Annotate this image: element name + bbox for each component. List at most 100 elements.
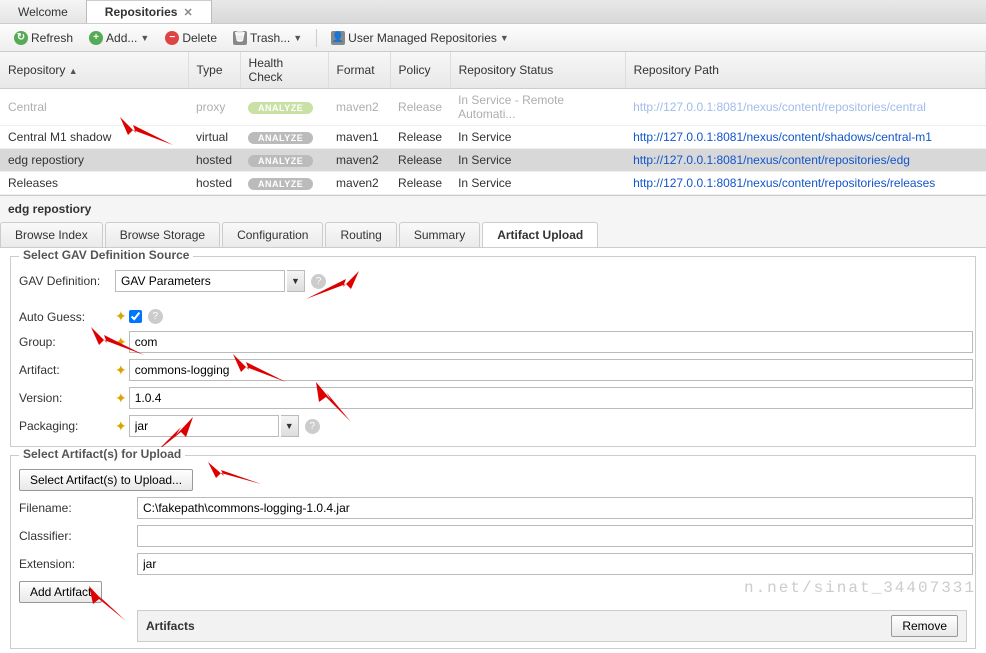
remove-button[interactable]: Remove	[891, 615, 958, 637]
repo-path-link[interactable]: http://127.0.0.1:8081/nexus/content/repo…	[633, 153, 910, 167]
toolbar: ↻Refresh +Add...▼ −Delete 🗑Trash...▼ 👤Us…	[0, 24, 986, 52]
col-repository[interactable]: Repository ▲	[0, 52, 188, 89]
col-path[interactable]: Repository Path	[625, 52, 985, 89]
tab-summary[interactable]: Summary	[399, 222, 480, 247]
col-status[interactable]: Repository Status	[450, 52, 625, 89]
required-icon: ✦	[115, 418, 127, 435]
close-icon[interactable]: ✕	[183, 6, 192, 19]
packaging-combo[interactable]	[129, 415, 279, 437]
tab-artifact-upload[interactable]: Artifact Upload	[482, 222, 598, 247]
detail-title: edg repostiory	[0, 195, 986, 222]
chevron-down-icon: ▼	[500, 33, 509, 43]
add-artifact-button[interactable]: Add Artifact	[19, 581, 102, 603]
table-row[interactable]: Central M1 shadowvirtualANALYZEmaven1Rel…	[0, 126, 986, 149]
group-input[interactable]	[129, 331, 973, 353]
version-label: Version:	[19, 391, 115, 405]
fieldset-legend: Select GAV Definition Source	[19, 248, 193, 262]
add-button[interactable]: +Add...▼	[83, 29, 155, 47]
user-managed-repos-button[interactable]: 👤User Managed Repositories▼	[325, 29, 515, 47]
chevron-down-icon: ▼	[140, 33, 149, 43]
cell-path: http://127.0.0.1:8081/nexus/content/shad…	[625, 126, 985, 149]
button-label: Refresh	[31, 31, 73, 45]
cell-format: maven2	[328, 172, 390, 195]
trash-icon: 🗑	[233, 31, 247, 45]
required-icon: ✦	[115, 362, 127, 379]
select-artifacts-button[interactable]: Select Artifact(s) to Upload...	[19, 469, 193, 491]
auto-guess-checkbox[interactable]	[129, 310, 142, 323]
col-format[interactable]: Format	[328, 52, 390, 89]
artifact-input[interactable]	[129, 359, 973, 381]
help-icon[interactable]: ?	[305, 419, 320, 434]
tab-browse-index[interactable]: Browse Index	[0, 222, 103, 247]
chevron-down-icon[interactable]: ▼	[281, 415, 299, 437]
button-label: Trash...	[250, 31, 290, 45]
required-icon: ✦	[115, 308, 127, 325]
chevron-down-icon: ▼	[293, 33, 302, 43]
tab-routing[interactable]: Routing	[325, 222, 396, 247]
detail-tabstrip: Browse Index Browse Storage Configuratio…	[0, 222, 986, 248]
upload-artifacts-fieldset: Select Artifact(s) for Upload Select Art…	[10, 455, 976, 649]
table-row[interactable]: CentralproxyANALYZEmaven2ReleaseIn Servi…	[0, 89, 986, 126]
group-label: Group:	[19, 335, 115, 349]
cell-path: http://127.0.0.1:8081/nexus/content/repo…	[625, 89, 985, 126]
table-row[interactable]: edg repostioryhostedANALYZEmaven2Release…	[0, 149, 986, 172]
analyze-button[interactable]: ANALYZE	[248, 178, 313, 190]
filename-label: Filename:	[19, 501, 137, 515]
top-tabstrip: Welcome Repositories ✕	[0, 0, 986, 24]
tab-label: Repositories	[105, 5, 178, 19]
cell-repo: edg repostiory	[0, 149, 188, 172]
tab-repositories[interactable]: Repositories ✕	[87, 0, 212, 23]
required-icon: ✦	[115, 334, 127, 351]
repo-path-link[interactable]: http://127.0.0.1:8081/nexus/content/repo…	[633, 100, 926, 114]
col-health[interactable]: Health Check	[240, 52, 328, 89]
help-icon[interactable]: ?	[148, 309, 163, 324]
table-row[interactable]: Releaseshosted ANALYZE maven2ReleaseIn Ser…	[0, 172, 986, 195]
repo-path-link[interactable]: http://127.0.0.1:8081/nexus/content/shad…	[633, 130, 932, 144]
plus-icon: +	[89, 31, 103, 45]
cell-health: ANALYZE	[240, 126, 328, 149]
table-header-row: Repository ▲ Type Health Check Format Po…	[0, 52, 986, 89]
cell-format: maven1	[328, 126, 390, 149]
repo-path-link[interactable]: http://127.0.0.1:8081/nexus/content/repo…	[633, 176, 935, 190]
cell-type: proxy	[188, 89, 240, 126]
cell-status: In Service	[450, 172, 625, 195]
button-label: Add...	[106, 31, 137, 45]
cell-health: ANALYZE	[240, 89, 328, 126]
cell-repo: Central	[0, 89, 188, 126]
tab-configuration[interactable]: Configuration	[222, 222, 323, 247]
version-input[interactable]	[129, 387, 973, 409]
tab-label: Welcome	[18, 5, 68, 19]
cell-repo: Releases	[0, 172, 188, 195]
extension-input[interactable]	[137, 553, 973, 575]
analyze-button[interactable]: ANALYZE	[248, 155, 313, 167]
analyze-button[interactable]: ANALYZE	[248, 132, 313, 144]
gav-definition-combo[interactable]	[115, 270, 285, 292]
filename-display	[137, 497, 973, 519]
repositories-table: Repository ▲ Type Health Check Format Po…	[0, 52, 986, 195]
packaging-label: Packaging:	[19, 419, 115, 433]
refresh-button[interactable]: ↻Refresh	[8, 29, 79, 47]
artifacts-title: Artifacts	[146, 619, 195, 633]
artifact-label: Artifact:	[19, 363, 115, 377]
cell-repo: Central M1 shadow	[0, 126, 188, 149]
extension-label: Extension:	[19, 557, 137, 571]
chevron-down-icon[interactable]: ▼	[287, 270, 305, 292]
gav-definition-fieldset: Select GAV Definition Source GAV Definit…	[10, 256, 976, 447]
cell-format: maven2	[328, 149, 390, 172]
col-type[interactable]: Type	[188, 52, 240, 89]
col-policy[interactable]: Policy	[390, 52, 450, 89]
fieldset-legend: Select Artifact(s) for Upload	[19, 447, 185, 461]
help-icon[interactable]: ?	[311, 274, 326, 289]
cell-type: hosted	[188, 172, 240, 195]
tab-browse-storage[interactable]: Browse Storage	[105, 222, 220, 247]
classifier-input[interactable]	[137, 525, 973, 547]
tab-welcome[interactable]: Welcome	[0, 0, 87, 23]
cell-policy: Release	[390, 172, 450, 195]
sort-asc-icon: ▲	[69, 66, 78, 76]
trash-button[interactable]: 🗑Trash...▼	[227, 29, 308, 47]
gav-definition-label: GAV Definition:	[19, 274, 115, 288]
delete-button[interactable]: −Delete	[159, 29, 223, 47]
cell-path: http://127.0.0.1:8081/nexus/content/repo…	[625, 149, 985, 172]
cell-format: maven2	[328, 89, 390, 126]
analyze-button[interactable]: ANALYZE	[248, 102, 313, 114]
